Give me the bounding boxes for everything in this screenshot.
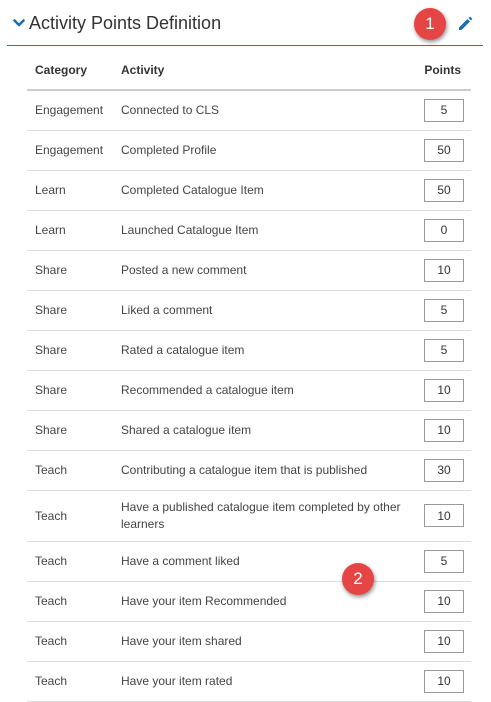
activity-cell: Shared a catalogue item <box>113 410 411 451</box>
category-cell: Engagement <box>27 90 113 131</box>
category-cell: Engagement <box>27 130 113 171</box>
points-cell <box>411 130 471 171</box>
category-cell: Share <box>27 250 113 291</box>
activity-cell: Posted a new comment <box>113 250 411 291</box>
points-input[interactable] <box>424 378 464 402</box>
panel-header: Activity Points Definition <box>7 0 483 46</box>
table-row: Teach Have a comment liked <box>27 541 471 582</box>
table-row: Teach Have a published catalogue item co… <box>27 490 471 542</box>
points-cell <box>411 541 471 582</box>
table-row: Learn Completed Catalogue Item <box>27 170 471 211</box>
column-header-category: Category <box>27 50 113 91</box>
points-input[interactable] <box>424 549 464 573</box>
points-cell <box>411 450 471 491</box>
table-row: Engagement Completed Profile <box>27 130 471 171</box>
activity-cell: Have your item rated <box>113 661 411 702</box>
category-cell: Teach <box>27 661 113 702</box>
table-row: Learn Launched Catalogue Item <box>27 210 471 251</box>
table-row: Teach Contributing a catalogue item that… <box>27 450 471 491</box>
points-cell <box>411 490 471 542</box>
category-cell: Share <box>27 410 113 451</box>
category-cell: Teach <box>27 621 113 662</box>
points-cell <box>411 210 471 251</box>
points-cell <box>411 581 471 622</box>
category-cell: Teach <box>27 490 113 542</box>
category-cell: Teach <box>27 581 113 622</box>
points-input[interactable] <box>424 138 464 162</box>
points-input[interactable] <box>424 218 464 242</box>
table-row: Teach Have your item Recommended <box>27 581 471 622</box>
points-input[interactable] <box>424 258 464 282</box>
points-cell <box>411 250 471 291</box>
table-row: Share Recommended a catalogue item <box>27 370 471 411</box>
activity-cell: Connected to CLS <box>113 90 411 131</box>
points-input[interactable] <box>424 669 464 693</box>
points-cell <box>411 170 471 211</box>
points-input[interactable] <box>424 504 464 527</box>
category-cell: Learn <box>27 210 113 251</box>
table-row: Share Liked a comment <box>27 290 471 331</box>
points-cell <box>411 330 471 371</box>
column-header-points: Points <box>411 50 471 91</box>
category-cell: Teach <box>27 541 113 582</box>
points-input[interactable] <box>424 338 464 362</box>
activity-cell: Rated a catalogue item <box>113 330 411 371</box>
category-cell: Share <box>27 370 113 411</box>
activity-cell: Recommended a catalogue item <box>113 370 411 411</box>
points-input[interactable] <box>424 98 464 122</box>
activity-cell: Liked a comment <box>113 290 411 331</box>
callout-badge-1: 1 <box>414 8 446 40</box>
chevron-down-icon[interactable] <box>13 17 25 29</box>
table-row: Share Rated a catalogue item <box>27 330 471 371</box>
points-cell <box>411 661 471 702</box>
category-cell: Share <box>27 290 113 331</box>
table-row: Share Shared a catalogue item <box>27 410 471 451</box>
activity-cell: Completed Catalogue Item <box>113 170 411 211</box>
pencil-icon[interactable] <box>457 16 473 32</box>
activity-points-table: Category Activity Points Engagement Conn… <box>27 50 471 702</box>
callout-badge-2: 2 <box>342 563 374 595</box>
points-cell <box>411 410 471 451</box>
table-row: Engagement Connected to CLS <box>27 90 471 131</box>
table-row: Teach Have your item rated <box>27 661 471 702</box>
activity-cell: Contributing a catalogue item that is pu… <box>113 450 411 491</box>
category-cell: Teach <box>27 450 113 491</box>
points-input[interactable] <box>424 298 464 322</box>
points-cell <box>411 621 471 662</box>
table-header-row: Category Activity Points <box>27 50 471 91</box>
activity-cell: Have your item shared <box>113 621 411 662</box>
panel-title: Activity Points Definition <box>29 13 222 33</box>
category-cell: Learn <box>27 170 113 211</box>
table-row: Share Posted a new comment <box>27 250 471 291</box>
column-header-activity: Activity <box>113 50 411 91</box>
points-input[interactable] <box>424 418 464 442</box>
activity-cell: Completed Profile <box>113 130 411 171</box>
points-cell <box>411 290 471 331</box>
points-cell <box>411 370 471 411</box>
points-input[interactable] <box>424 458 464 482</box>
points-input[interactable] <box>424 178 464 202</box>
activity-cell: Have a published catalogue item complete… <box>113 490 411 542</box>
activity-cell: Launched Catalogue Item <box>113 210 411 251</box>
points-cell <box>411 90 471 131</box>
points-input[interactable] <box>424 589 464 613</box>
table-row: Teach Have your item shared <box>27 621 471 662</box>
points-input[interactable] <box>424 629 464 653</box>
category-cell: Share <box>27 330 113 371</box>
